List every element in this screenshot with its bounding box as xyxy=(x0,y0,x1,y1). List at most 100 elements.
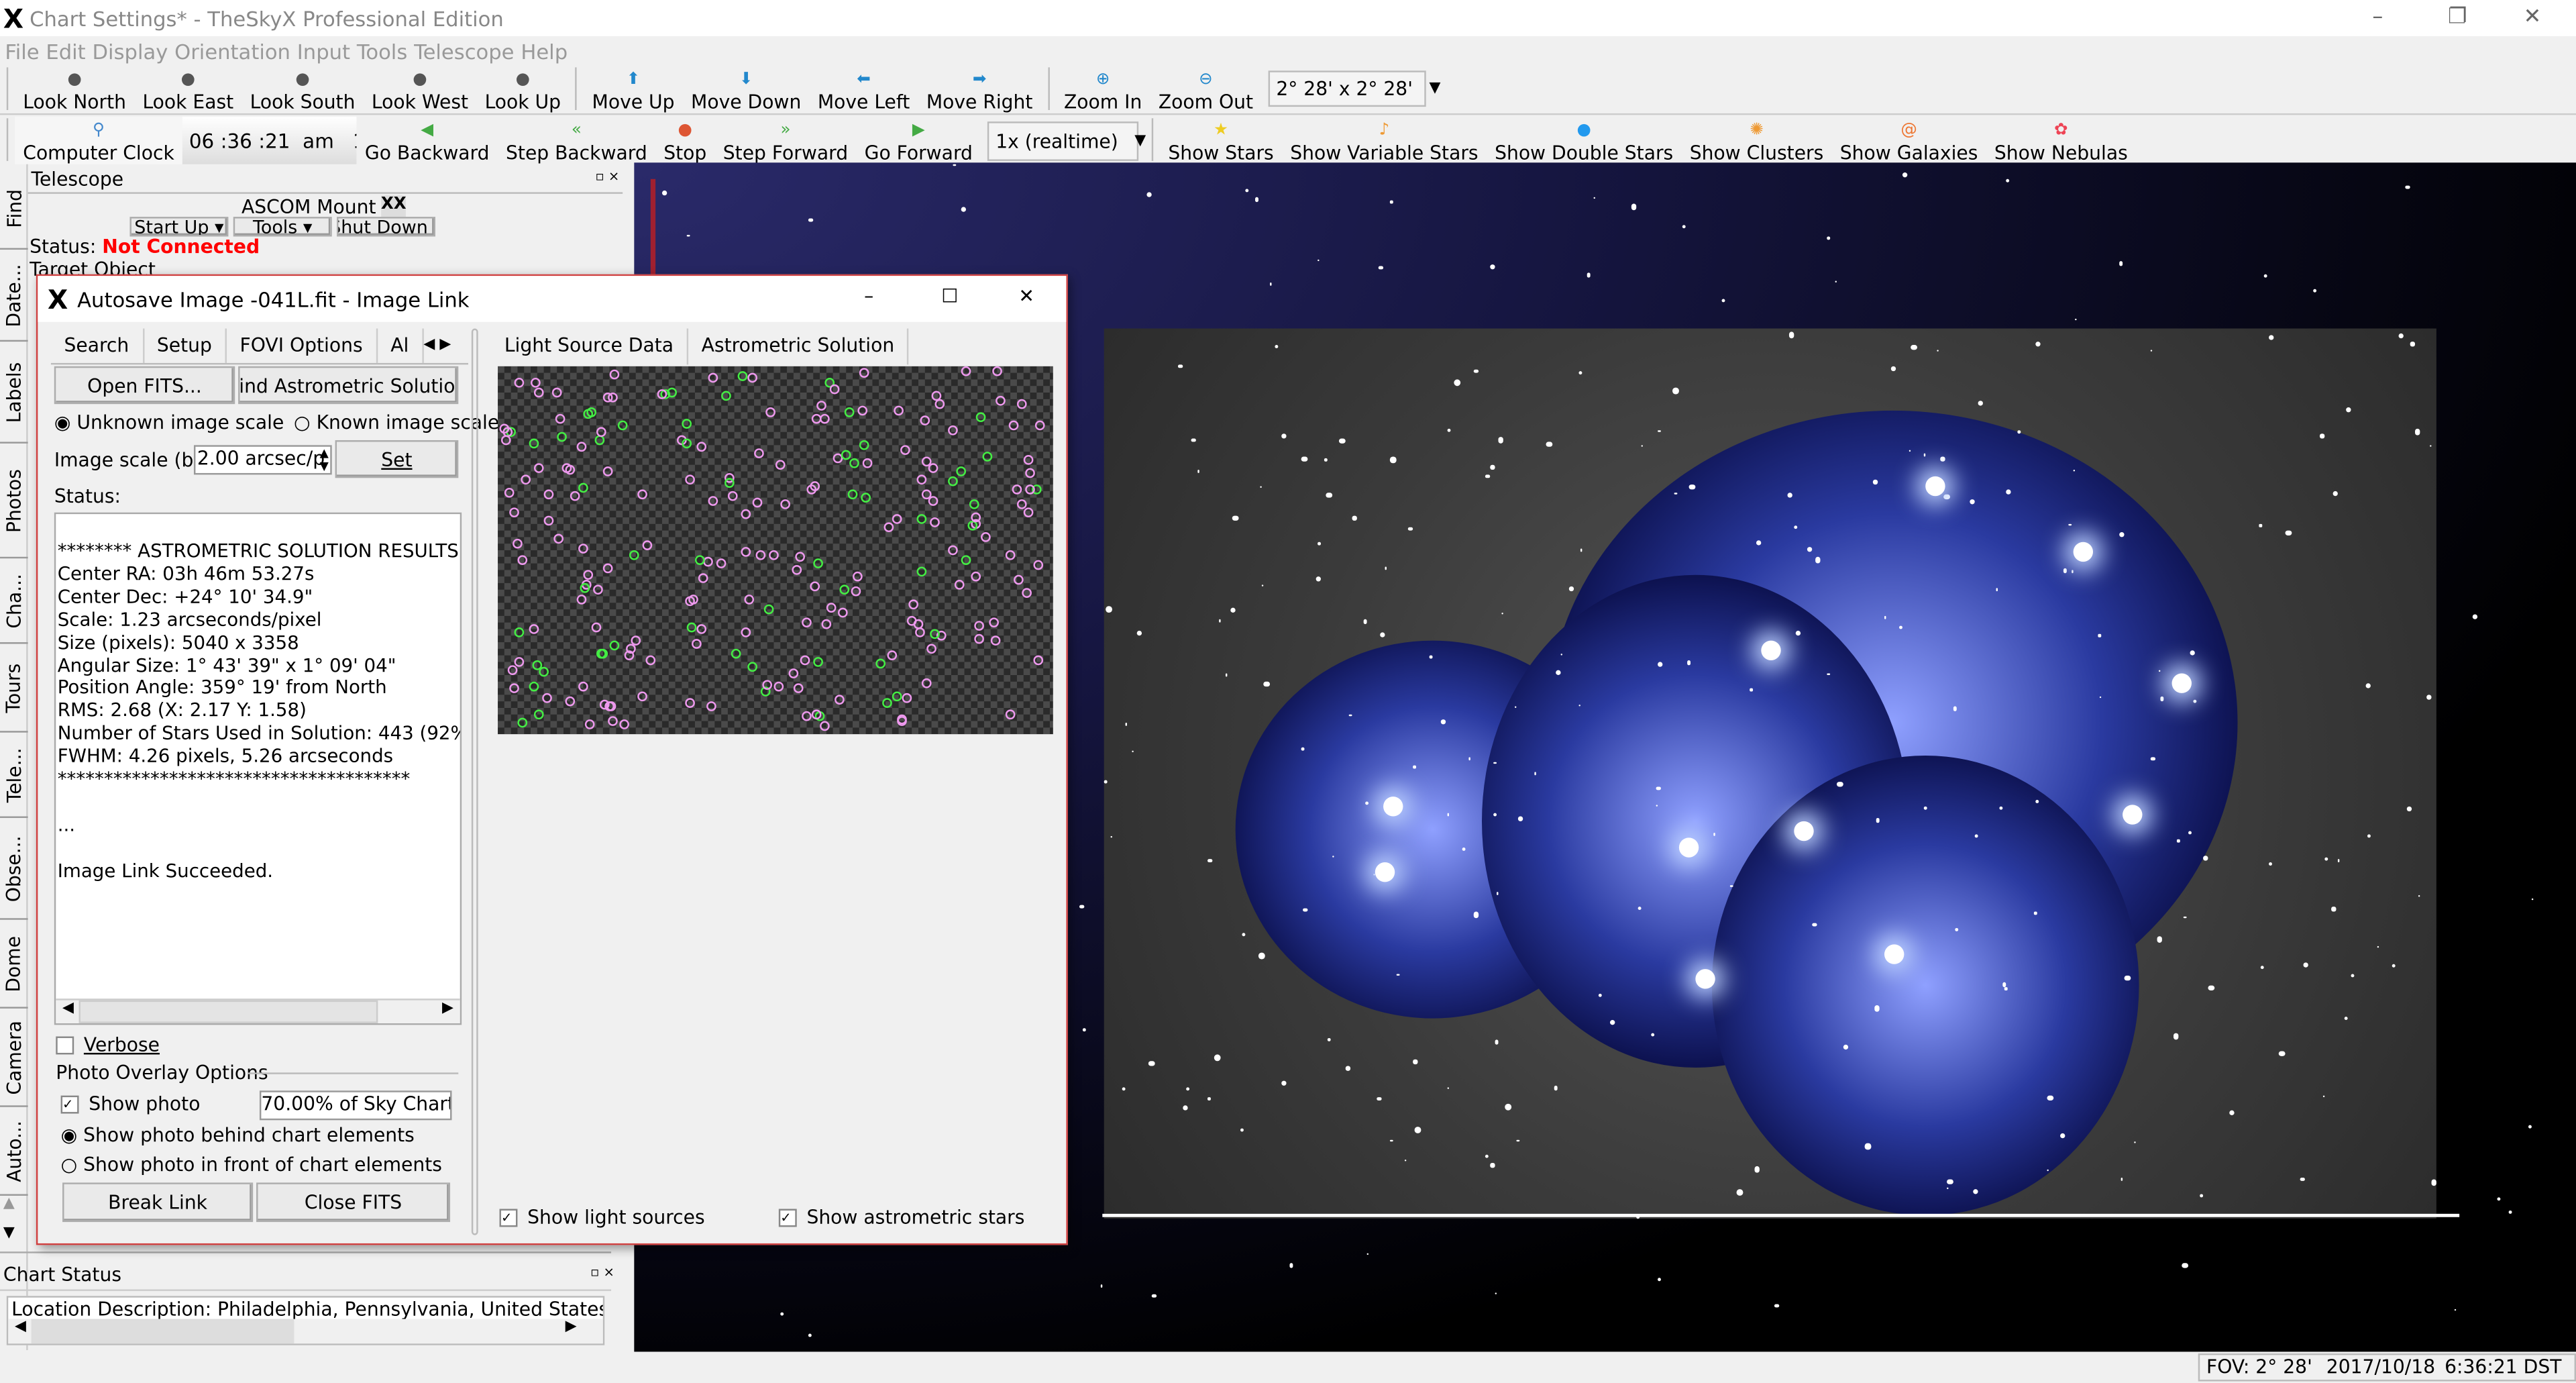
unknown-scale-radio[interactable]: ◉ Unknown image scale xyxy=(54,411,284,433)
verbose-checkbox[interactable]: Verbose xyxy=(56,1033,160,1056)
look-west-button[interactable]: ● Look West xyxy=(364,66,477,113)
side-tab-camera[interactable]: Camera xyxy=(0,1009,28,1107)
time-field[interactable]: 06 :36 :21 am 10/ xyxy=(182,116,357,164)
tab-scroll-arrows[interactable]: ◀ ▶ xyxy=(423,329,451,363)
image-scale-spinner[interactable]: 2.00 arcsec/p ▲ ▼ xyxy=(193,445,332,475)
go-backward-button[interactable]: ◀ Go Backward xyxy=(357,117,498,164)
look-south-button[interactable]: ● Look South xyxy=(241,66,363,113)
restore-button[interactable]: ❐ xyxy=(2448,5,2467,30)
minimize-button[interactable]: – xyxy=(864,284,873,307)
status-log[interactable]: ******** ASTROMETRIC SOLUTION RESULTS * C… xyxy=(54,512,462,1025)
menu-file[interactable]: File xyxy=(5,39,39,64)
break-link-button[interactable]: Break Link xyxy=(62,1182,254,1223)
step-forward-button[interactable]: » Step Forward xyxy=(715,117,857,164)
go-forward-button[interactable]: ▶ Go Forward xyxy=(856,117,981,164)
tab-al[interactable]: Al xyxy=(378,328,424,363)
side-tab-cha[interactable]: Cha... xyxy=(0,558,28,644)
move-left-button[interactable]: ⬅ Move Left xyxy=(810,66,918,113)
look-north-button[interactable]: ● Look North xyxy=(15,66,134,113)
side-tab-find[interactable]: Find xyxy=(0,168,28,250)
side-tab-photos[interactable]: Photos xyxy=(0,444,28,559)
side-tab-auto[interactable]: Auto... xyxy=(0,1107,28,1196)
look-up-button[interactable]: ● Look Up xyxy=(476,66,569,113)
step-backward-button[interactable]: «Step Backward xyxy=(498,117,655,164)
tab-setup[interactable]: Setup xyxy=(144,328,227,363)
horizontal-scrollbar[interactable]: ◀ ▶ xyxy=(8,1319,603,1344)
star-icon xyxy=(2035,799,2039,803)
find-astrometric-solution-button[interactable]: Find Astrometric Solution xyxy=(238,366,459,405)
side-tab-date[interactable]: Date... xyxy=(0,250,28,342)
shut-down-dropdown[interactable]: Shut Down ▾ xyxy=(337,217,435,237)
light-source-marker-icon xyxy=(684,474,694,484)
star-icon xyxy=(1505,1104,1512,1111)
scroll-down-button[interactable]: ▼ xyxy=(3,1225,15,1241)
tools-dropdown[interactable]: Tools ▾ xyxy=(233,217,332,237)
side-tab-tele[interactable]: Tele... xyxy=(0,733,28,818)
side-tab-labels[interactable]: Labels xyxy=(0,342,28,444)
side-tab-dome[interactable]: Dome xyxy=(0,920,28,1009)
show-photo-checkbox[interactable]: ✓ Show photo xyxy=(60,1092,200,1115)
computer-clock-button[interactable]: ⚲ Computer Clock xyxy=(15,116,183,164)
light-source-marker-icon xyxy=(902,694,912,704)
show-clusters-button[interactable]: ✺ Show Clusters xyxy=(1681,117,1831,164)
star-icon xyxy=(2177,839,2180,843)
app-logo-icon: X xyxy=(3,2,24,34)
tab-search[interactable]: Search xyxy=(51,328,144,363)
start-up-dropdown[interactable]: Start Up ▾ xyxy=(129,217,229,237)
side-tab-tours[interactable]: Tours xyxy=(0,644,28,733)
panel-float-close-icon[interactable]: ▫ × xyxy=(595,169,619,184)
maximize-button[interactable]: ☐ xyxy=(941,284,958,307)
move-down-button[interactable]: ⬇ Move Down xyxy=(683,66,810,113)
splitter-handle[interactable] xyxy=(471,328,478,1235)
light-source-marker-icon xyxy=(1022,587,1033,598)
show-nebulas-button[interactable]: ✿ Show Nebulas xyxy=(1986,117,2136,164)
behind-radio[interactable]: ◉ Show photo behind chart elements xyxy=(61,1123,415,1146)
minimize-button[interactable]: – xyxy=(2372,5,2383,30)
menu-edit[interactable]: Edit xyxy=(46,39,85,64)
zoom-out-button[interactable]: ⊖ Zoom Out xyxy=(1150,66,1262,113)
show-variable-stars-button[interactable]: ♪ Show Variable Stars xyxy=(1282,117,1487,164)
fov-dropdown[interactable]: 2° 28' x 2° 28' ▼ xyxy=(1268,70,1440,107)
zoom-in-button[interactable]: ⊕ Zoom In xyxy=(1056,66,1150,113)
horizontal-scrollbar[interactable]: ◀ ▶ xyxy=(56,998,460,1023)
close-button[interactable]: ✕ xyxy=(1018,284,1034,307)
menu-input[interactable]: Input xyxy=(297,39,350,64)
show-galaxies-button[interactable]: @ Show Galaxies xyxy=(1832,117,1986,164)
close-button[interactable]: ✕ xyxy=(2524,5,2542,30)
front-radio[interactable]: ○ Show photo in front of chart elements xyxy=(61,1153,442,1176)
light-source-image[interactable] xyxy=(498,366,1053,735)
tab-light-source-data[interactable]: Light Source Data xyxy=(491,328,689,365)
light-source-marker-icon xyxy=(642,541,652,551)
set-button[interactable]: Set xyxy=(335,440,459,478)
menu-telescope[interactable]: Telescope xyxy=(414,39,514,64)
light-source-marker-icon xyxy=(521,474,531,484)
menu-orientation[interactable]: Orientation xyxy=(174,39,290,64)
opacity-spinner[interactable]: 70.00% of Sky Chart xyxy=(259,1090,452,1121)
menu-help[interactable]: Help xyxy=(521,39,568,64)
tab-fovi-options[interactable]: FOVI Options xyxy=(227,328,378,363)
star-icon xyxy=(1978,401,1983,406)
move-right-button[interactable]: ➡ Move Right xyxy=(918,66,1041,113)
side-tab-obse[interactable]: Obse... xyxy=(0,818,28,920)
show-double-stars-button[interactable]: ● Show Double Stars xyxy=(1487,117,1682,164)
star-icon xyxy=(1281,433,1287,440)
open-fits-button[interactable]: Open FITS... xyxy=(54,366,235,405)
known-scale-radio[interactable]: ○ Known image scale xyxy=(294,411,499,433)
star-icon xyxy=(1318,259,1320,262)
show-stars-button[interactable]: ★ Show Stars xyxy=(1160,117,1282,164)
light-source-marker-icon xyxy=(929,516,939,527)
show-astrometric-stars-checkbox[interactable]: ✓ Show astrometric stars xyxy=(778,1206,1024,1229)
menu-tools[interactable]: Tools xyxy=(357,39,407,64)
panel-float-close-icon[interactable]: ▫ × xyxy=(590,1265,614,1280)
rate-dropdown[interactable]: 1x (realtime) ▼ xyxy=(987,121,1146,161)
close-fits-button[interactable]: Close FITS xyxy=(256,1182,451,1223)
light-source-marker-icon xyxy=(753,497,763,507)
star-icon xyxy=(1104,780,1108,783)
menu-display[interactable]: Display xyxy=(92,39,168,64)
show-light-sources-checkbox[interactable]: ✓ Show light sources xyxy=(499,1206,705,1229)
look-east-button[interactable]: ● Look East xyxy=(134,66,241,113)
tab-astrometric-solution[interactable]: Astrometric Solution xyxy=(688,328,910,365)
stop-button[interactable]: ● Stop xyxy=(655,117,715,164)
move-up-button[interactable]: ⬆ Move Up xyxy=(584,66,682,113)
scroll-up-button[interactable]: ▲ xyxy=(3,1196,15,1212)
